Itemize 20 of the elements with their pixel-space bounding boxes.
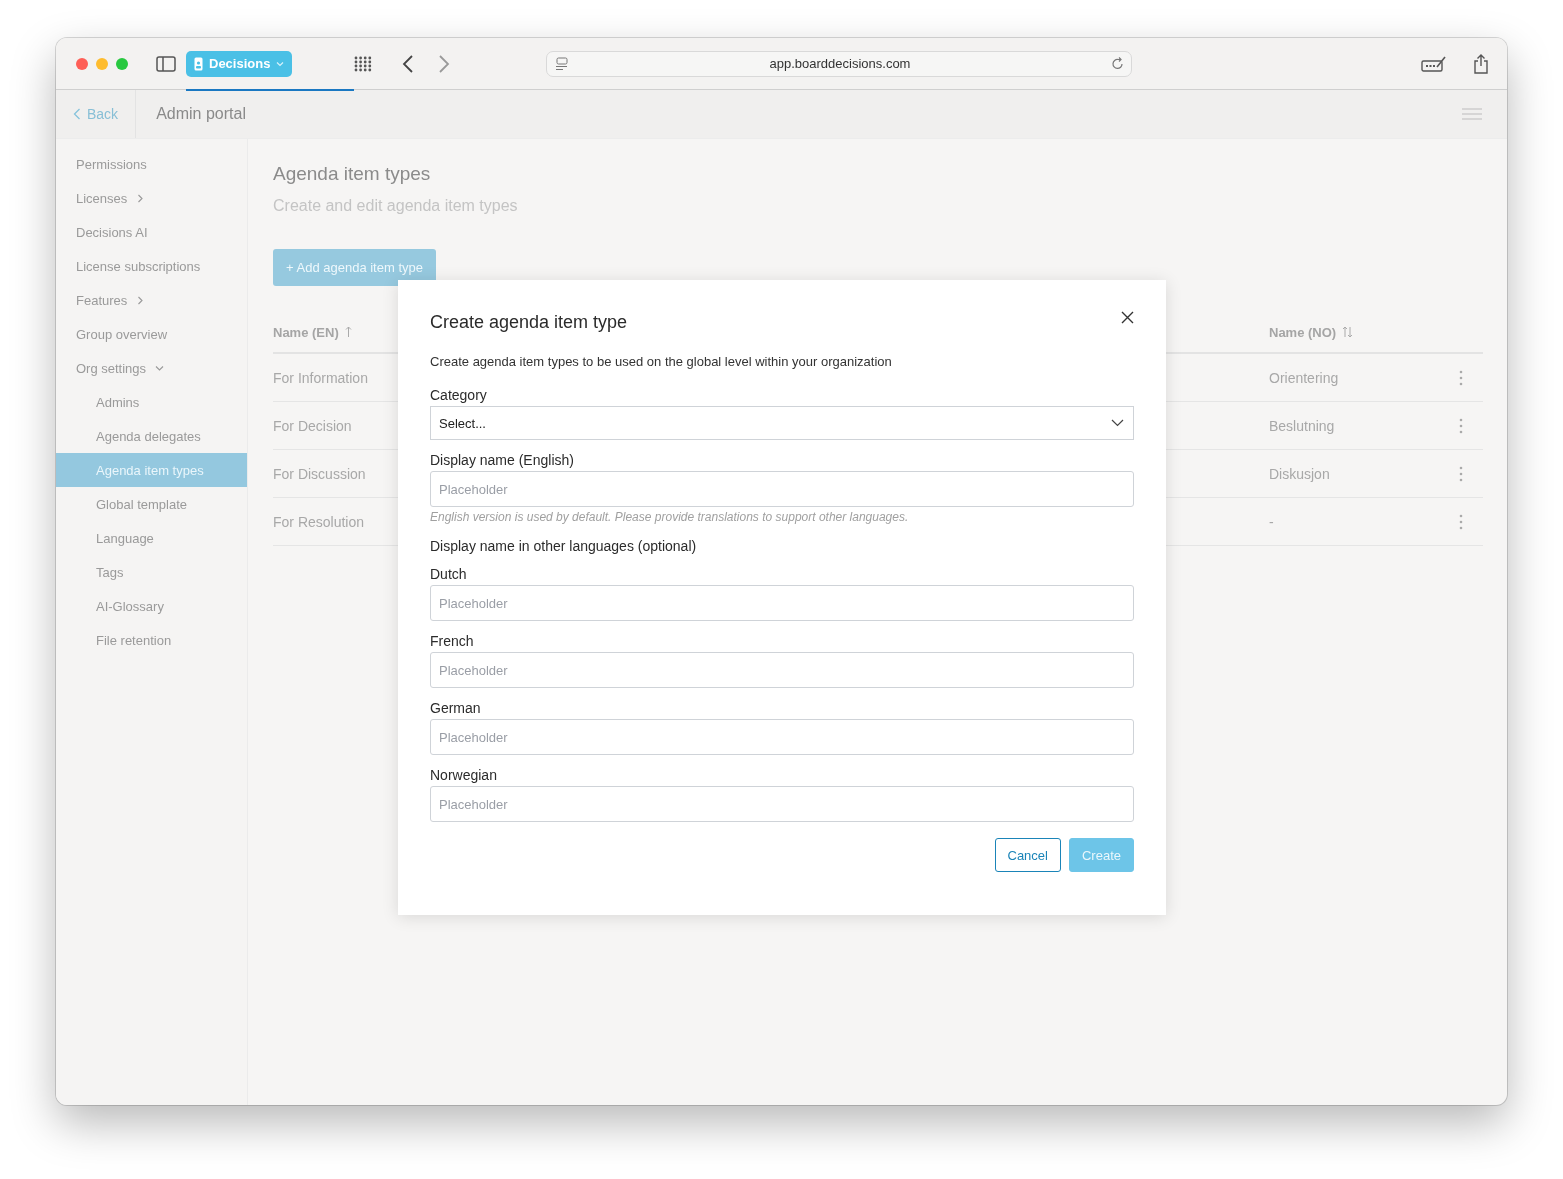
field-label: German [430,700,482,716]
field-label: Category [430,387,488,403]
table-cell: For Decision [273,417,352,434]
field-label: Dutch [430,566,468,582]
table-cell: Diskusjon [1269,465,1330,482]
table-cell: For Information [273,369,368,386]
table-cell: Beslutning [1269,417,1335,434]
dialog-title: Create agenda item type [430,312,628,333]
table-cell: - [1269,513,1274,530]
dialog-description: Create agenda item types to be used on the global level within your organization [430,354,893,369]
field-label: French [430,633,475,649]
table-cell: For Discussion [273,465,366,482]
field-hint: English version is used by default. Please provide translations to support other languages. [430,510,910,524]
field-label: Norwegian [430,767,498,783]
field-label: Display name (English) [430,452,575,468]
page-title: Agenda item types [273,163,432,185]
table-cell: For Resolution [273,513,365,530]
portal-title: Admin portal [156,105,246,123]
section-heading: Display name in other languages (optional) [430,538,698,554]
table-cell: Orientering [1269,369,1339,386]
